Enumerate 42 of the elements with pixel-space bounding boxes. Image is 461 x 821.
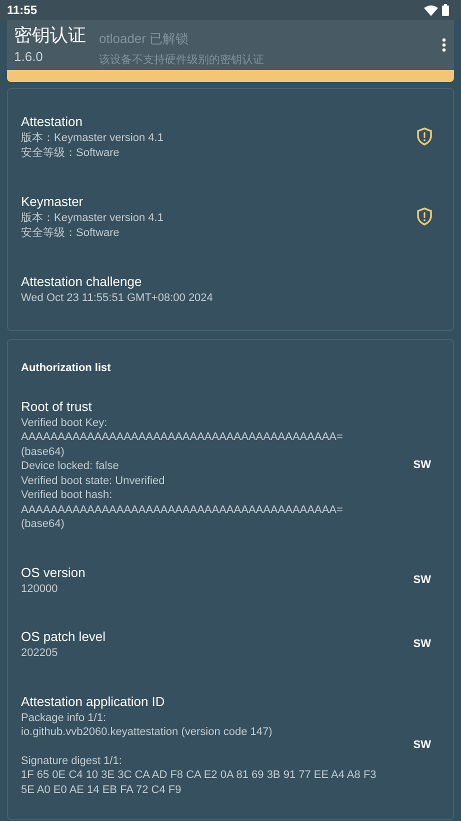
- item-title: Attestation challenge: [21, 273, 143, 291]
- item-title: Root of trust: [21, 398, 93, 416]
- item-detail: 1F 65 0E C4 10 3E 3C CA AD F8 CA E2 0A 81 69 3B 91 77 EE A4 A8 F3: [21, 768, 376, 782]
- item-detail: 安全等级：Software: [21, 226, 120, 240]
- warning-shield-icon: [416, 207, 433, 226]
- item-detail: Package info 1/1:: [21, 710, 108, 725]
- item-detail: 5E A0 E0 AE 14 EB FA 72 C4 F9: [21, 782, 182, 797]
- battery-icon: [442, 4, 449, 16]
- item-detail: Device locked: false: [21, 459, 120, 474]
- app-title: 密钥认证: [14, 24, 86, 46]
- security-level-label: SW: [413, 458, 431, 470]
- item-detail: (base64): [21, 444, 66, 459]
- item-title: Attestation: [21, 113, 84, 131]
- item-detail: Wed Oct 23 11:55:51 GMT+08:00 2024: [21, 291, 213, 306]
- item-title: OS patch level: [21, 628, 106, 646]
- section-heading: Authorization list: [21, 362, 112, 374]
- item-title: Keymaster: [21, 193, 84, 211]
- item-detail: Verified boot hash:: [21, 488, 114, 502]
- item-detail: Verified boot Key:: [21, 416, 108, 430]
- item-detail: io.github.vvb2060.keyattestation (version code 147): [21, 725, 274, 740]
- item-detail: AAAAAAAAAAAAAAAAAAAAAAAAAAAAAAAAAAAAAAAAAAA=: [21, 430, 343, 444]
- item-detail: 120000: [21, 582, 59, 596]
- item-detail: 202205: [21, 646, 59, 660]
- security-level-label: SW: [413, 638, 431, 650]
- item-detail: 安全等级：Software: [21, 146, 120, 160]
- wifi-icon: [424, 4, 438, 16]
- item-detail: (base64): [21, 517, 66, 532]
- item-detail: Signature digest 1/1:: [21, 754, 123, 768]
- banner-title: otloader 已解锁: [99, 30, 189, 48]
- app-version: 1.6.0: [14, 48, 44, 66]
- security-level-label: SW: [413, 574, 431, 586]
- item-title: Attestation application ID: [21, 692, 166, 710]
- item-detail: Verified boot state: Unverified: [21, 474, 166, 488]
- item-detail: 版本：Keymaster version 4.1: [21, 211, 164, 226]
- item-detail: AAAAAAAAAAAAAAAAAAAAAAAAAAAAAAAAAAAAAAAAAAA=: [21, 502, 343, 517]
- status-time: 11:55: [7, 3, 38, 17]
- banner-message: 该设备不支持硬件级别的密钥认证: [99, 52, 264, 67]
- warning-shield-icon: [416, 127, 433, 146]
- item-title: OS version: [21, 564, 86, 582]
- item-detail: 版本：Keymaster version 4.1: [21, 131, 164, 146]
- more-menu-icon[interactable]: [442, 38, 446, 52]
- security-level-label: SW: [413, 738, 431, 751]
